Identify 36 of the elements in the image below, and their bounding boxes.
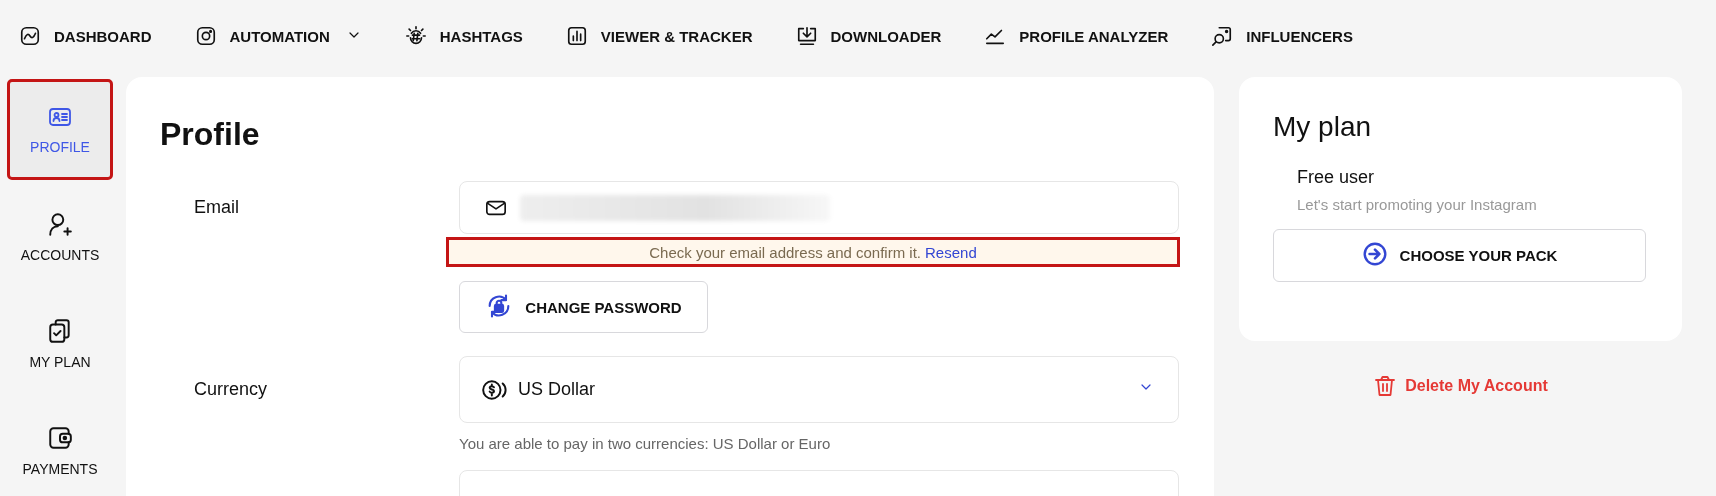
sidebar-item[interactable]: MY PLAN bbox=[10, 296, 110, 391]
card-title: My plan bbox=[1273, 111, 1373, 143]
nav-item[interactable]: DOWNLOADER bbox=[795, 25, 942, 47]
resend-link[interactable]: Resend bbox=[925, 243, 977, 261]
arrow-circle-icon bbox=[1361, 241, 1388, 267]
nav-item[interactable]: VIEWER & TRACKER bbox=[565, 25, 753, 47]
plan-name: Free user bbox=[1297, 167, 1376, 188]
nav-item[interactable]: HASHTAGS bbox=[404, 25, 523, 47]
documents-check-icon bbox=[47, 317, 73, 344]
nav-item[interactable]: INFLUENCERS bbox=[1211, 25, 1353, 47]
download-icon bbox=[795, 25, 818, 47]
user-add-icon bbox=[47, 210, 73, 237]
sidebar-item[interactable]: ACCOUNTS bbox=[10, 189, 110, 284]
hashtag-icon bbox=[404, 25, 427, 47]
trash-icon bbox=[1373, 374, 1398, 398]
delete-account-button[interactable]: Delete My Account bbox=[1367, 373, 1554, 399]
currency-dropdown[interactable]: US Dollar bbox=[459, 356, 1179, 424]
nav-item[interactable]: DASHBOARD bbox=[19, 25, 152, 47]
field-label: Currency bbox=[194, 378, 269, 402]
email-field[interactable] bbox=[459, 181, 1179, 235]
camera-icon bbox=[194, 25, 217, 47]
sidebar-item[interactable]: PROFILE bbox=[10, 82, 110, 177]
sidebar-item[interactable]: PAYMENTS bbox=[10, 403, 110, 496]
plan-subtitle: Let's start promoting your Instagram bbox=[1297, 196, 1538, 213]
helper-text: You are able to pay in two currencies: US Dollar or Euro bbox=[459, 435, 832, 453]
notice-text: Check your email address and confirm it. bbox=[649, 243, 922, 261]
field-label: Email bbox=[194, 196, 240, 220]
choose-pack-button[interactable]: CHOOSE YOUR PACK bbox=[1273, 229, 1646, 282]
wallet-icon bbox=[47, 424, 73, 451]
bar-chart-icon bbox=[565, 25, 588, 47]
chart-icon bbox=[19, 25, 41, 47]
search-icon bbox=[1211, 25, 1234, 47]
nav-item[interactable]: PROFILE ANALYZER bbox=[984, 25, 1169, 47]
page-title: Profile bbox=[160, 117, 261, 153]
change-password-button[interactable]: CHANGE PASSWORD bbox=[459, 281, 708, 334]
nav-item[interactable]: AUTOMATION bbox=[194, 25, 362, 47]
